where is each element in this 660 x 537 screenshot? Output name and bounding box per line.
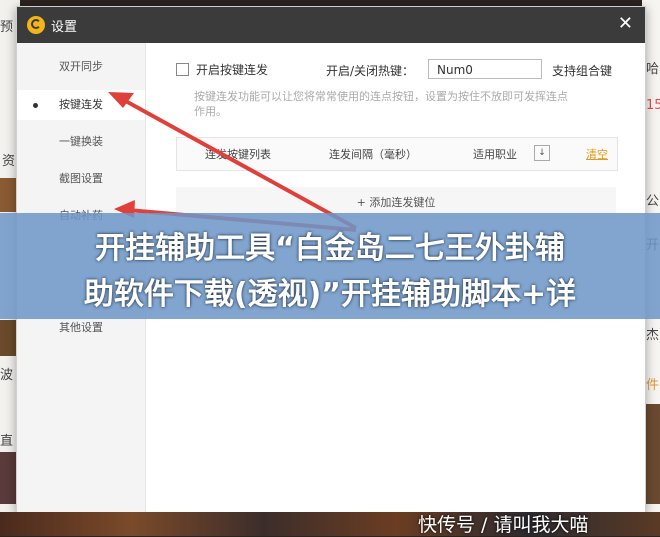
headline-banner: 开挂辅助工具“白金岛二七王外卦辅 助软件下载(透视)”开挂辅助脚本+详 — [0, 213, 660, 319]
annotation-arrow-line — [121, 97, 357, 230]
watermark-text: 快传号 / 请叫我大喵 — [418, 514, 589, 536]
headline-line-1: 开挂辅助工具“白金岛二七王外卦辅 — [95, 231, 565, 266]
headline-line-2: 助软件下载(透视)”开挂辅助脚本+详 — [83, 277, 577, 312]
